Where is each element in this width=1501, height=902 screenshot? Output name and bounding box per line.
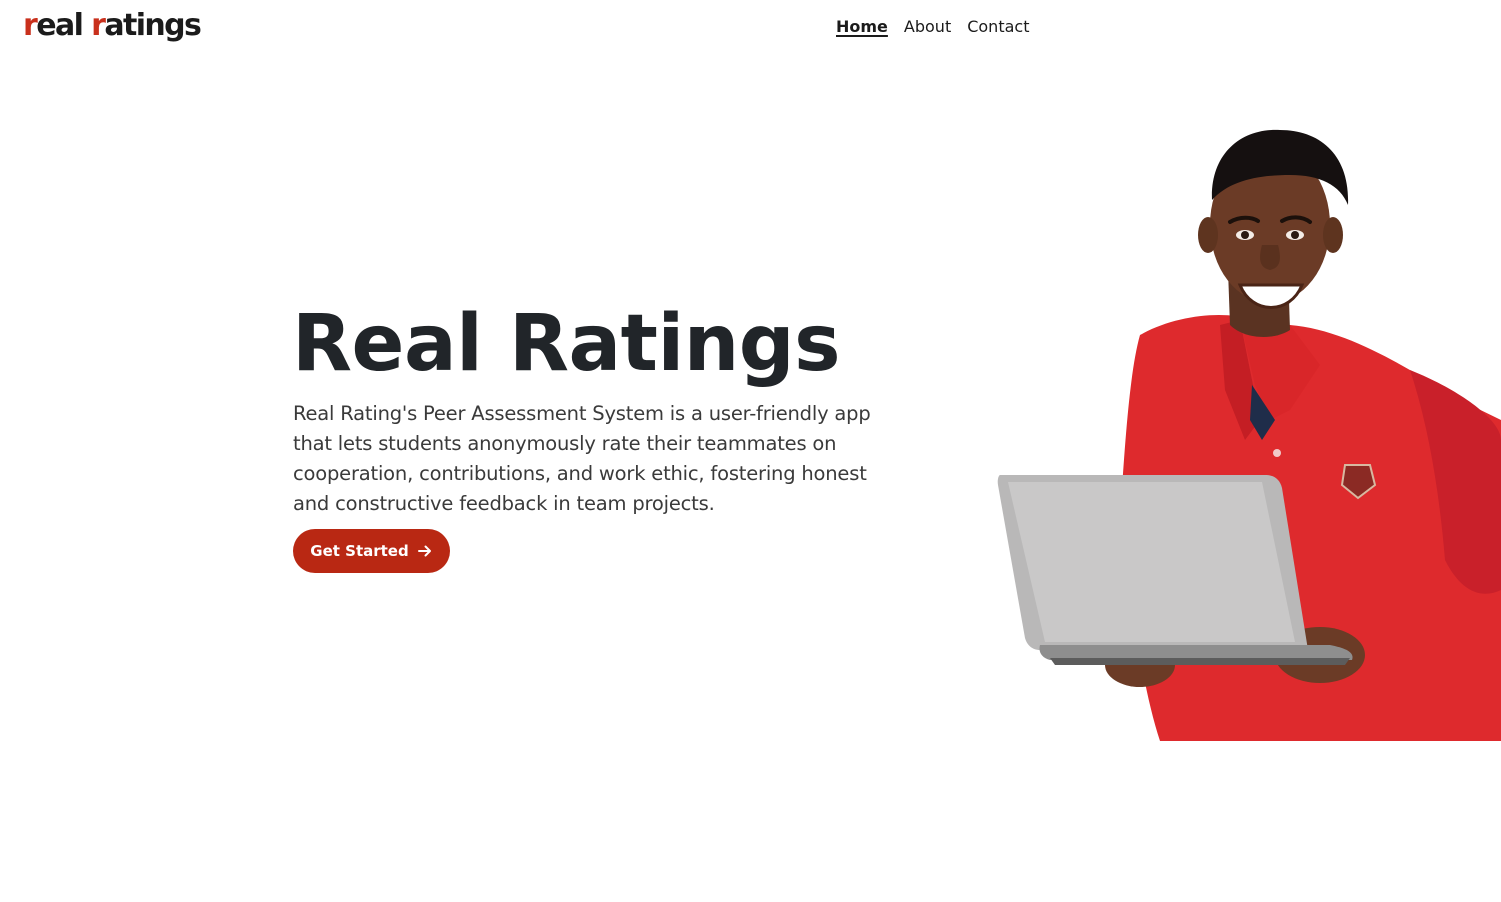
student-with-laptop-illustration	[990, 120, 1501, 741]
brand-logo-part3: atings	[104, 8, 202, 43]
brand-logo[interactable]: real ratings	[23, 6, 202, 46]
nav-link-home[interactable]: Home	[836, 16, 888, 38]
get-started-label: Get Started	[310, 542, 409, 560]
hero-description: Real Rating's Peer Assessment System is …	[293, 402, 871, 515]
main-nav: Home About Contact	[836, 16, 1029, 38]
landing-page: real ratings Home About Contact Real Rat…	[0, 0, 1501, 902]
hero-title: Real Ratings	[292, 299, 841, 389]
brand-logo-r2: r	[91, 8, 106, 43]
brand-logo-r1: r	[23, 8, 38, 43]
nav-link-contact[interactable]: Contact	[967, 16, 1029, 38]
get-started-button[interactable]: Get Started	[293, 529, 450, 573]
nav-link-about[interactable]: About	[904, 16, 951, 38]
arrow-right-icon	[417, 543, 433, 559]
brand-logo-part1: eal	[36, 8, 92, 43]
